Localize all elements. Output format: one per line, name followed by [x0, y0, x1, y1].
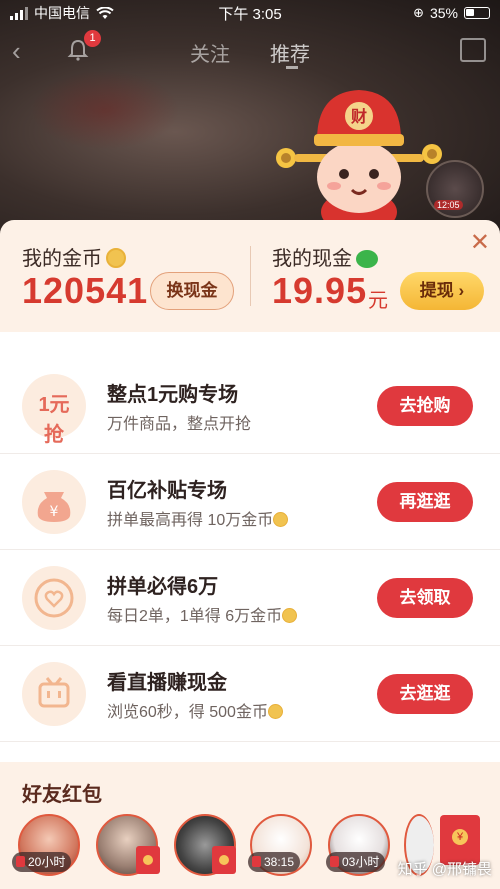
- task-subtitle-text: 浏览60秒，得 500金币: [107, 704, 268, 721]
- tv-icon: [22, 662, 86, 726]
- task-button-browse[interactable]: 去逛逛: [377, 674, 473, 714]
- money-bag-icon: ¥: [22, 470, 86, 534]
- one-yuan-icon-text: 1元抢: [38, 394, 70, 446]
- heart-coin-icon: [22, 566, 86, 630]
- task-button-browse-again[interactable]: 再逛逛: [377, 482, 473, 522]
- gold-coin-icon: [273, 512, 289, 527]
- gold-coin-icon: [282, 608, 298, 623]
- task-list: 1元抢 整点1元购专场 万件商品，整点开抢 去抢购 ¥ 百亿补贴专场 拼单最高再…: [0, 332, 500, 762]
- add-video-icon[interactable]: [460, 38, 486, 62]
- gold-coin-icon: [267, 704, 283, 719]
- wallet-divider: [250, 246, 251, 306]
- wifi-icon: [96, 6, 114, 19]
- task-button-claim[interactable]: 去领取: [377, 578, 473, 618]
- red-packet-icon: [252, 856, 261, 867]
- task-button-rush[interactable]: 去抢购: [377, 386, 473, 426]
- back-icon[interactable]: ‹: [12, 36, 21, 67]
- rotation-lock-icon: ⊕: [413, 5, 424, 20]
- wechat-icon: [356, 250, 378, 268]
- task-row: 1元抢 整点1元购专场 万件商品，整点开抢 去抢购: [0, 358, 500, 454]
- tab-follow[interactable]: 关注: [190, 38, 230, 67]
- tab-recommend[interactable]: 推荐: [270, 38, 310, 67]
- battery-icon: [464, 7, 490, 19]
- task-row: 拼单必得6万 每日2单，1单得 6万金币 去领取: [0, 550, 500, 646]
- task-subtitle: 每日2单，1单得 6万金币: [107, 602, 298, 626]
- mascot-god-of-wealth-icon: 财: [276, 90, 442, 232]
- friend-timer: 03小时: [326, 852, 386, 872]
- coins-value: 120541: [22, 270, 149, 311]
- red-packet-icon: [16, 856, 25, 867]
- coins-label-wrap: 我的金币: [22, 242, 126, 271]
- svg-text:财: 财: [350, 107, 367, 126]
- task-subtitle: 拼单最高再得 10万金币: [107, 506, 289, 530]
- task-subtitle: 浏览60秒，得 500金币: [107, 698, 283, 722]
- battery-percent: 35%: [429, 5, 458, 21]
- coins-label: 我的金币: [22, 248, 102, 270]
- cash-label-wrap: 我的现金: [272, 242, 378, 271]
- live-avatar-timer: 12:05: [434, 200, 463, 210]
- red-packet-icon: [330, 856, 339, 867]
- task-title: 看直播赚现金: [107, 672, 227, 694]
- watermark: 知乎 @邢镛畏: [397, 861, 492, 878]
- friend-timer-text: 03小时: [342, 855, 380, 869]
- carrier-label: 中国电信: [34, 5, 90, 21]
- task-row: ¥ 百亿补贴专场 拼单最高再得 10万金币 再逛逛: [0, 454, 500, 550]
- status-bar: 中国电信 下午 3:05 ⊕ 35%: [0, 0, 500, 26]
- gold-coin-icon: [106, 248, 126, 268]
- task-subtitle: 万件商品，整点开抢: [107, 416, 252, 433]
- red-packet-icon[interactable]: [136, 846, 160, 874]
- withdraw-button[interactable]: 提现 ›: [400, 272, 484, 310]
- notification-badge: 1: [84, 30, 101, 47]
- one-yuan-icon: 1元抢: [22, 374, 86, 446]
- top-nav: ‹ 1 关注 推荐: [0, 30, 500, 74]
- friend-timer-text: 20小时: [28, 855, 66, 869]
- exchange-cash-button[interactable]: 换现金: [150, 272, 234, 310]
- live-avatar[interactable]: 12:05: [426, 160, 484, 218]
- active-tab-indicator: [286, 66, 298, 69]
- task-subtitle-text: 拼单最高再得 10万金币: [107, 512, 274, 529]
- signal-icon: [10, 6, 28, 20]
- friends-heading: 好友红包: [22, 784, 102, 806]
- close-icon[interactable]: ✕: [470, 228, 490, 257]
- task-row: 看直播赚现金 浏览60秒，得 500金币 去逛逛: [0, 646, 500, 742]
- cash-unit: 元: [368, 290, 388, 312]
- cash-value: 19.95: [272, 270, 368, 311]
- red-packet-icon[interactable]: [212, 846, 236, 874]
- task-subtitle-text: 每日2单，1单得 6万金币: [107, 608, 283, 625]
- cash-label: 我的现金: [272, 248, 352, 270]
- friend-timer: 20小时: [12, 852, 72, 872]
- friend-timer: 38:15: [248, 852, 301, 872]
- friend-timer-text: 38:15: [264, 855, 295, 869]
- task-title: 百亿补贴专场: [107, 480, 227, 502]
- wallet-card: 我的金币 120541 换现金 我的现金 19.95 元 提现 › ✕: [0, 220, 500, 332]
- task-title: 拼单必得6万: [107, 576, 219, 598]
- svg-text:¥: ¥: [50, 504, 59, 520]
- task-title: 整点1元购专场: [107, 384, 239, 406]
